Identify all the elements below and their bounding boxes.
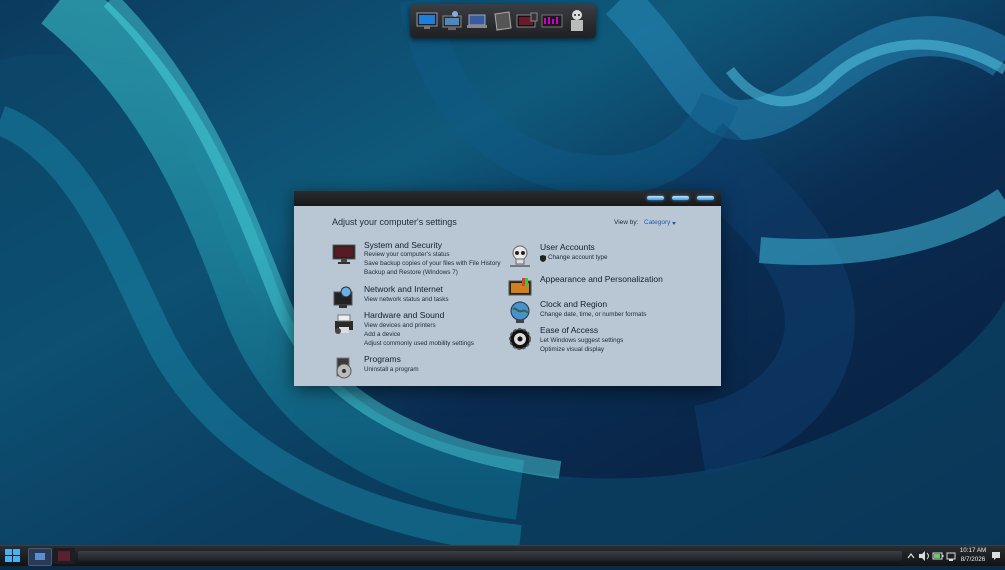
battery-icon[interactable] (932, 550, 944, 562)
title-bar[interactable] (294, 191, 721, 206)
taskbar-app-control-panel[interactable] (28, 548, 52, 566)
network-icon[interactable] (946, 550, 956, 562)
close-button[interactable] (697, 196, 714, 200)
windows-start-icon[interactable] (3, 548, 23, 564)
top-dock (410, 4, 596, 38)
view-by-label: View by: (614, 219, 639, 226)
category-title[interactable]: Network and Internet (364, 284, 443, 294)
network-globe-icon (333, 286, 353, 308)
category-link[interactable]: View network status and tasks (364, 296, 449, 303)
clock-globe-icon (510, 301, 530, 323)
ease-of-access-gear-icon (509, 328, 531, 350)
category-link[interactable]: Save backup copies of your files with Fi… (364, 260, 501, 267)
category-link[interactable]: View devices and printers (364, 322, 436, 329)
notification-icon[interactable] (990, 550, 1002, 562)
printer-icon (335, 314, 353, 334)
clock-time: 10:17 AM (959, 547, 987, 554)
system-security-icon (332, 244, 356, 264)
taskbar-clock[interactable]: 10:17 AM 8/7/2026 (957, 547, 989, 564)
monitor-icon (35, 553, 45, 560)
category-title[interactable]: Ease of Access (540, 325, 598, 335)
category-link[interactable]: Change date, time, or number formats (540, 311, 646, 318)
control-panel-window: Adjust your computer's settings View by:… (294, 191, 721, 386)
category-link[interactable]: Add a device (364, 331, 400, 338)
computer-icon[interactable] (441, 8, 463, 34)
taskbar-strip (78, 551, 902, 561)
category-title[interactable]: Clock and Region (540, 299, 607, 309)
category-title[interactable]: System and Security (364, 240, 442, 250)
minimize-button[interactable] (647, 196, 664, 200)
page-title: Adjust your computer's settings (332, 217, 457, 227)
chevron-up-icon[interactable] (906, 550, 916, 562)
taskbar-app-media[interactable] (53, 548, 75, 564)
drive-icon[interactable] (491, 8, 513, 34)
category-link[interactable]: Optimize visual display (540, 346, 604, 353)
monitor-icon[interactable] (416, 8, 438, 34)
category-title[interactable]: Hardware and Sound (364, 310, 444, 320)
settings-robot-icon[interactable] (566, 8, 588, 34)
category-title[interactable]: Appearance and Personalization (540, 274, 663, 284)
category-link[interactable]: Change account type (548, 254, 608, 261)
window-content: Adjust your computer's settings View by:… (294, 206, 721, 386)
media-app-icon (58, 551, 70, 561)
category-link[interactable]: Adjust commonly used mobility settings (364, 340, 474, 347)
category-title[interactable]: User Accounts (540, 242, 595, 252)
category-title[interactable]: Programs (364, 354, 401, 364)
category-link[interactable]: Review your computer's status (364, 251, 450, 258)
shield-icon (540, 255, 546, 262)
laptop-icon[interactable] (466, 8, 488, 34)
appearance-monitor-icon (508, 278, 532, 296)
chevron-down-icon[interactable] (672, 222, 676, 225)
user-skull-icon (510, 245, 530, 267)
maximize-button[interactable] (672, 196, 689, 200)
category-link[interactable]: Backup and Restore (Windows 7) (364, 269, 458, 276)
programs-disc-icon (336, 357, 352, 379)
equalizer-icon[interactable] (541, 8, 563, 34)
taskbar: 10:17 AM 8/7/2026 (0, 545, 1005, 566)
devices-icon[interactable] (516, 8, 538, 34)
category-link[interactable]: Uninstall a program (364, 366, 419, 373)
clock-date: 8/7/2026 (960, 555, 986, 563)
view-by-dropdown[interactable]: Category (644, 219, 670, 226)
volume-icon[interactable] (918, 550, 930, 562)
category-link[interactable]: Let Windows suggest settings (540, 337, 623, 344)
